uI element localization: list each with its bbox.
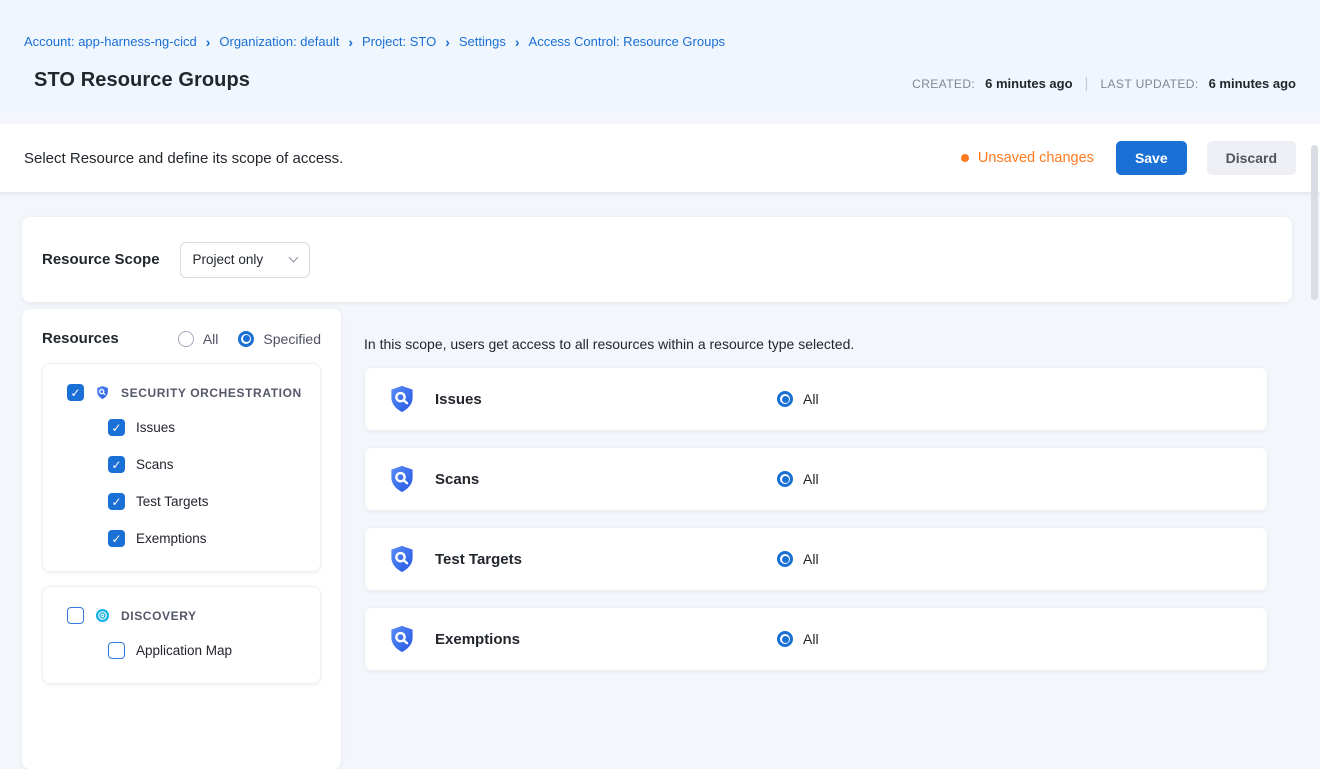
access-all-label: All <box>803 631 819 647</box>
tree-item-scans[interactable]: Scans <box>57 446 306 483</box>
tree-item-label: Exemptions <box>136 531 207 546</box>
group-label: SECURITY ORCHESTRATION <box>121 386 302 400</box>
resource-card-issues: Issues All <box>364 367 1268 431</box>
scope-description: In this scope, users get access to all r… <box>364 309 1268 367</box>
group-security-orchestration: SECURITY ORCHESTRATION Issues Scans Test… <box>42 363 321 572</box>
resource-access-option[interactable]: All <box>777 551 819 567</box>
tree-item-issues[interactable]: Issues <box>57 409 306 446</box>
radio-checked-icon[interactable] <box>777 471 793 487</box>
resource-card-test-targets: Test Targets All <box>364 527 1268 591</box>
action-toolbar: Select Resource and define its scope of … <box>0 124 1320 192</box>
resource-card-name: Issues <box>435 391 777 408</box>
checkbox-unchecked[interactable] <box>108 642 125 659</box>
page-header: Account: app-harness-ng-cicd › Organizat… <box>0 0 1320 112</box>
last-updated-label: LAST UPDATED: <box>1100 77 1198 91</box>
resources-title: Resources <box>42 330 119 347</box>
radio-unchecked-icon[interactable] <box>178 331 194 347</box>
resource-card-exemptions: Exemptions All <box>364 607 1268 671</box>
checkbox-checked[interactable] <box>67 384 84 401</box>
sto-shield-icon <box>95 385 110 400</box>
meta-divider: | <box>1083 75 1091 92</box>
sto-shield-icon <box>387 464 417 494</box>
breadcrumb-settings-link[interactable]: Settings <box>459 34 506 49</box>
resources-radio-all[interactable]: All <box>178 331 219 347</box>
chevron-down-icon <box>288 253 298 263</box>
unsaved-changes-label: Unsaved changes <box>978 150 1094 166</box>
checkbox-checked[interactable] <box>108 419 125 436</box>
radio-checked-icon[interactable] <box>777 391 793 407</box>
chevron-right-icon: › <box>445 35 450 49</box>
tree-item-label: Issues <box>136 420 175 435</box>
tree-item-exemptions[interactable]: Exemptions <box>57 520 306 557</box>
page-title: STO Resource Groups <box>34 69 250 92</box>
resource-scope-selected-value: Project only <box>193 252 264 267</box>
access-all-label: All <box>803 391 819 407</box>
radio-all-label: All <box>203 331 219 347</box>
radio-specified-label: Specified <box>263 331 321 347</box>
last-updated-value: 6 minutes ago <box>1209 76 1296 91</box>
resource-access-option[interactable]: All <box>777 631 819 647</box>
tree-item-application-map[interactable]: Application Map <box>57 632 306 669</box>
checkbox-checked[interactable] <box>108 493 125 510</box>
chevron-right-icon: › <box>515 35 520 49</box>
access-all-label: All <box>803 551 819 567</box>
save-button[interactable]: Save <box>1116 141 1187 175</box>
tree-item-label: Scans <box>136 457 174 472</box>
tree-item-label: Application Map <box>136 643 232 658</box>
resources-radio-specified[interactable]: Specified <box>238 331 321 347</box>
resource-scope-select[interactable]: Project only <box>180 242 310 278</box>
sto-shield-icon <box>387 544 417 574</box>
resource-card-name: Exemptions <box>435 631 777 648</box>
discovery-icon <box>95 608 110 623</box>
resource-scope-label: Resource Scope <box>42 251 160 268</box>
checkbox-checked[interactable] <box>108 456 125 473</box>
breadcrumb-account-link[interactable]: Account: app-harness-ng-cicd <box>24 34 197 49</box>
resource-access-option[interactable]: All <box>777 471 819 487</box>
tree-item-label: Test Targets <box>136 494 209 509</box>
radio-checked-icon[interactable] <box>777 631 793 647</box>
breadcrumb-project-link[interactable]: Project: STO <box>362 34 436 49</box>
created-value: 6 minutes ago <box>985 76 1072 91</box>
resource-scope-card: Resource Scope Project only <box>22 217 1292 302</box>
group-header-discovery[interactable]: DISCOVERY <box>57 599 306 632</box>
unsaved-dot-icon <box>961 154 969 162</box>
sto-shield-icon <box>387 384 417 414</box>
breadcrumb-resource-groups-link[interactable]: Access Control: Resource Groups <box>529 34 726 49</box>
group-label: DISCOVERY <box>121 609 197 623</box>
unsaved-changes-indicator: Unsaved changes <box>961 150 1094 166</box>
radio-checked-icon[interactable] <box>238 331 254 347</box>
checkbox-checked[interactable] <box>108 530 125 547</box>
tree-item-test-targets[interactable]: Test Targets <box>57 483 306 520</box>
breadcrumb: Account: app-harness-ng-cicd › Organizat… <box>24 34 1296 49</box>
resource-card-name: Scans <box>435 471 777 488</box>
meta-info: CREATED: 6 minutes ago | LAST UPDATED: 6… <box>912 75 1296 92</box>
radio-checked-icon[interactable] <box>777 551 793 567</box>
resource-access-option[interactable]: All <box>777 391 819 407</box>
resource-access-main: In this scope, users get access to all r… <box>364 309 1268 687</box>
chevron-right-icon: › <box>348 35 353 49</box>
toolbar-description: Select Resource and define its scope of … <box>24 150 343 167</box>
checkbox-unchecked[interactable] <box>67 607 84 624</box>
group-header-security-orchestration[interactable]: SECURITY ORCHESTRATION <box>57 376 306 409</box>
breadcrumb-organization-link[interactable]: Organization: default <box>219 34 339 49</box>
access-all-label: All <box>803 471 819 487</box>
sto-shield-icon <box>387 624 417 654</box>
resource-card-scans: Scans All <box>364 447 1268 511</box>
resource-card-name: Test Targets <box>435 551 777 568</box>
created-label: CREATED: <box>912 77 975 91</box>
chevron-right-icon: › <box>206 35 211 49</box>
resources-panel: Resources All Specified SECURITY ORCHEST… <box>22 309 341 769</box>
group-discovery: DISCOVERY Application Map <box>42 586 321 684</box>
vertical-scrollbar[interactable] <box>1311 145 1318 300</box>
discard-button[interactable]: Discard <box>1207 141 1296 175</box>
